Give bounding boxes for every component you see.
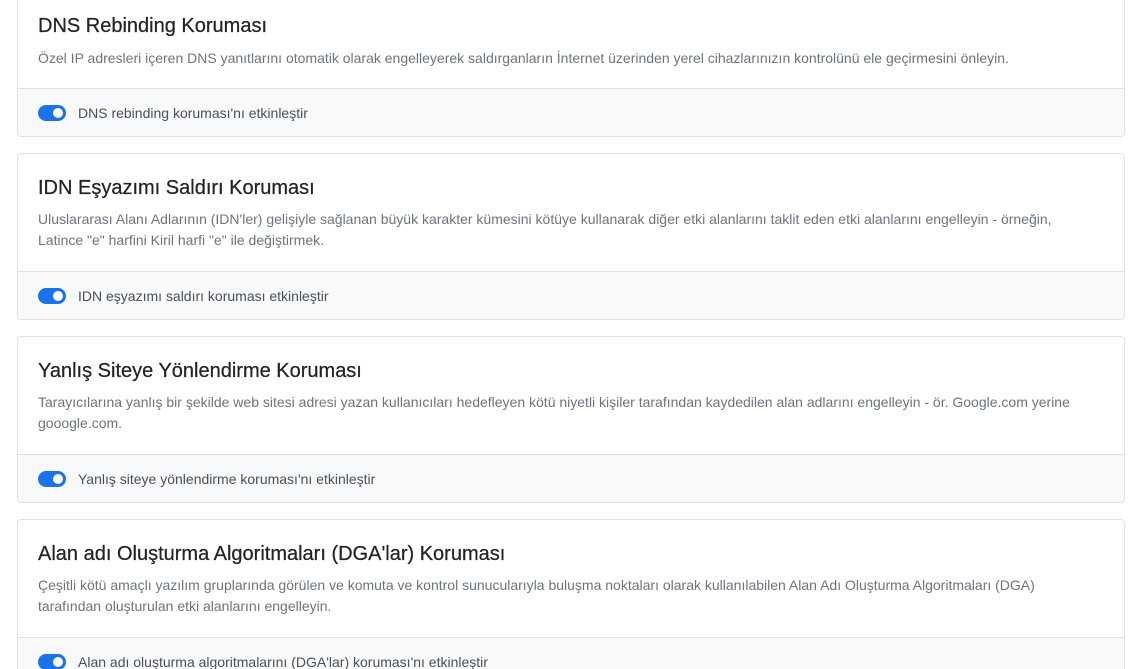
- dns-rebinding-card: DNS Rebinding Koruması Özel IP adresleri…: [17, 0, 1125, 137]
- typosquatting-description: Tarayıcılarına yanlış bir şekilde web si…: [38, 394, 1070, 431]
- typosquatting-title: Yanlış Siteye Yönlendirme Koruması: [38, 360, 362, 382]
- toggle-knob: [53, 656, 63, 667]
- dga-title: Alan adı Oluşturma Algoritmaları (DGA'la…: [38, 543, 506, 565]
- idn-homograph-card: IDN Eşyazımı Saldırı Koruması Uluslarara…: [17, 153, 1125, 320]
- toggle-knob: [53, 290, 63, 301]
- dga-description: Çeşitli kötü amaçlı yazılım gruplarında …: [38, 577, 1035, 614]
- idn-homograph-toggle[interactable]: [38, 287, 66, 304]
- toggle-knob: [53, 107, 63, 118]
- typosquatting-card: Yanlış Siteye Yönlendirme Koruması Taray…: [17, 336, 1125, 503]
- dga-footer: Alan adı oluşturma algoritmalarını (DGA'…: [18, 637, 1124, 669]
- idn-homograph-description: Uluslararası Alanı Adlarının (IDN'ler) g…: [38, 211, 1052, 248]
- idn-homograph-toggle-label[interactable]: IDN eşyazımı saldırı koruması etkinleşti…: [78, 286, 329, 306]
- toggle-knob: [53, 473, 63, 484]
- dns-rebinding-toggle-label[interactable]: DNS rebinding koruması'nı etkinleştir: [78, 103, 308, 123]
- dns-rebinding-toggle[interactable]: [38, 104, 66, 121]
- dns-rebinding-footer: DNS rebinding koruması'nı etkinleştir: [18, 88, 1124, 136]
- dns-rebinding-title: DNS Rebinding Koruması: [38, 15, 267, 37]
- idn-homograph-title: IDN Eşyazımı Saldırı Koruması: [38, 177, 315, 199]
- dga-toggle[interactable]: [38, 653, 66, 669]
- typosquatting-toggle-label[interactable]: Yanlış siteye yönlendirme koruması'nı et…: [78, 469, 375, 489]
- idn-homograph-footer: IDN eşyazımı saldırı koruması etkinleşti…: [18, 271, 1124, 319]
- dns-rebinding-description: Özel IP adresleri içeren DNS yanıtlarını…: [38, 50, 1009, 66]
- security-settings-page: DNS Rebinding Koruması Özel IP adresleri…: [0, 0, 1136, 669]
- dga-toggle-label[interactable]: Alan adı oluşturma algoritmalarını (DGA'…: [78, 652, 488, 669]
- typosquatting-toggle[interactable]: [38, 470, 66, 487]
- dga-card: Alan adı Oluşturma Algoritmaları (DGA'la…: [17, 519, 1125, 669]
- typosquatting-footer: Yanlış siteye yönlendirme koruması'nı et…: [18, 454, 1124, 502]
